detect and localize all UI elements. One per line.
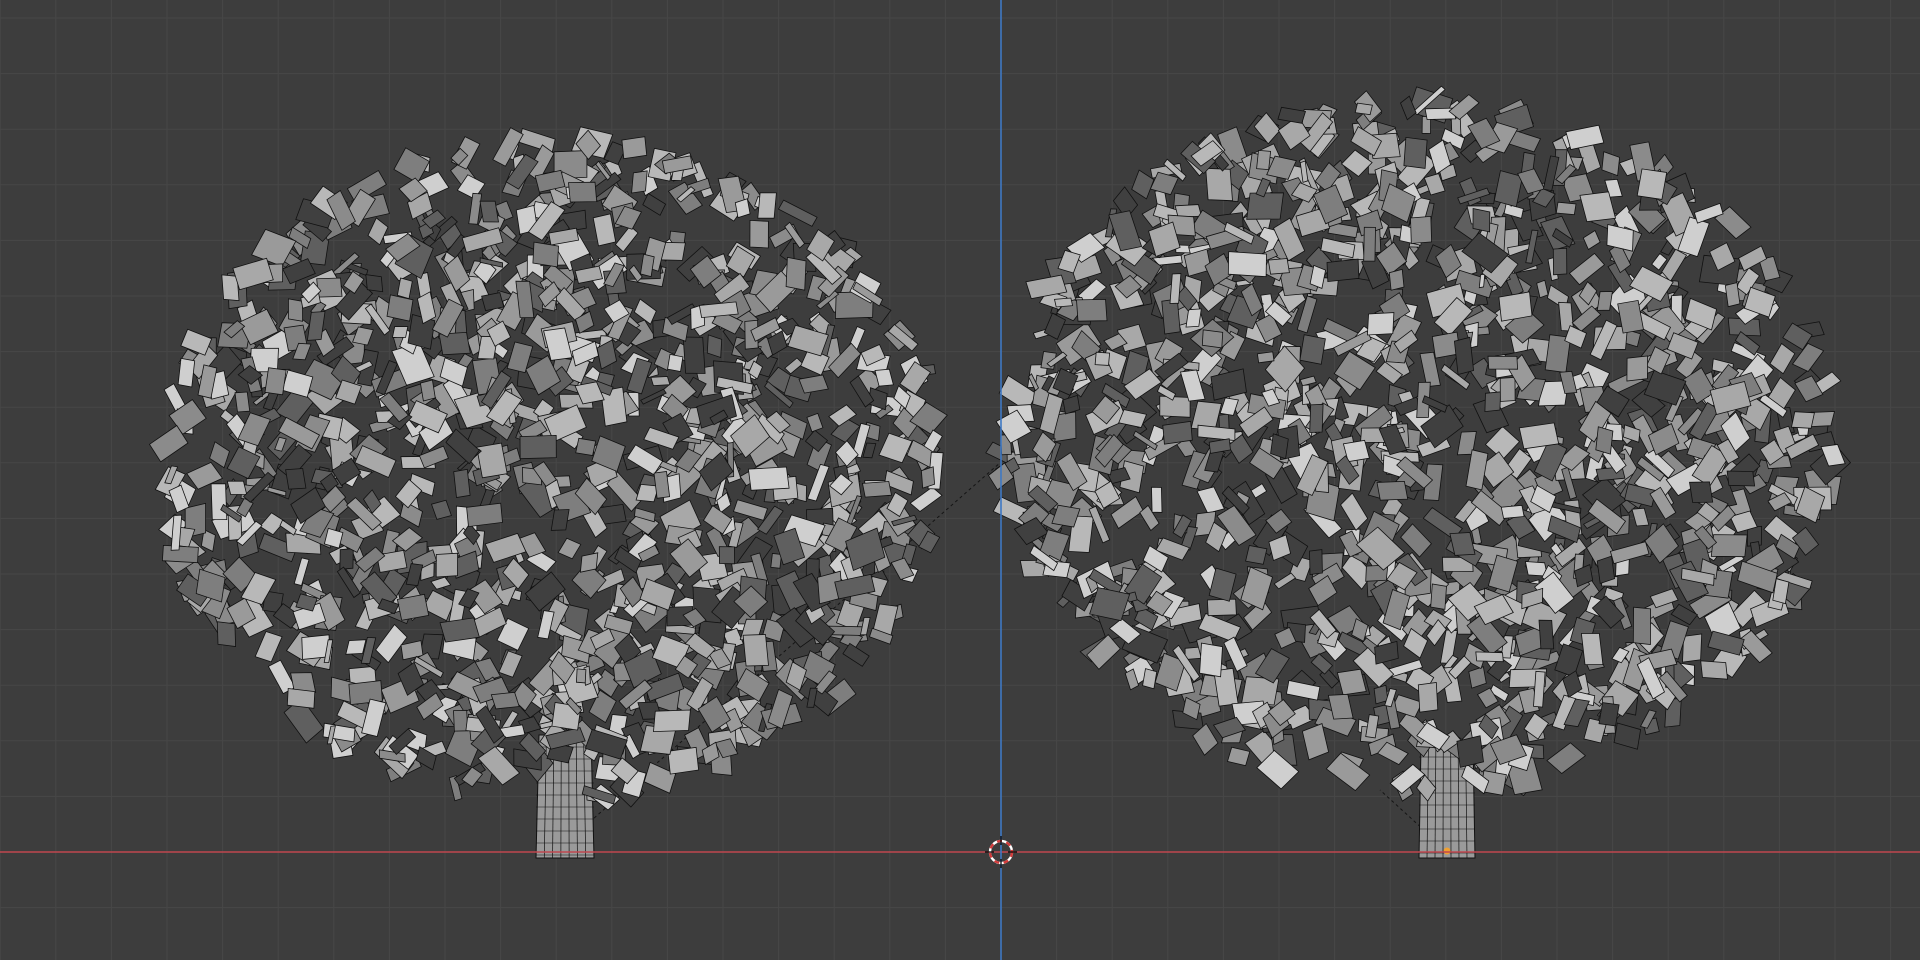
viewport-canvas[interactable] — [0, 0, 1920, 960]
object-origin-icon[interactable] — [1443, 847, 1451, 855]
3d-viewport[interactable] — [0, 0, 1920, 960]
